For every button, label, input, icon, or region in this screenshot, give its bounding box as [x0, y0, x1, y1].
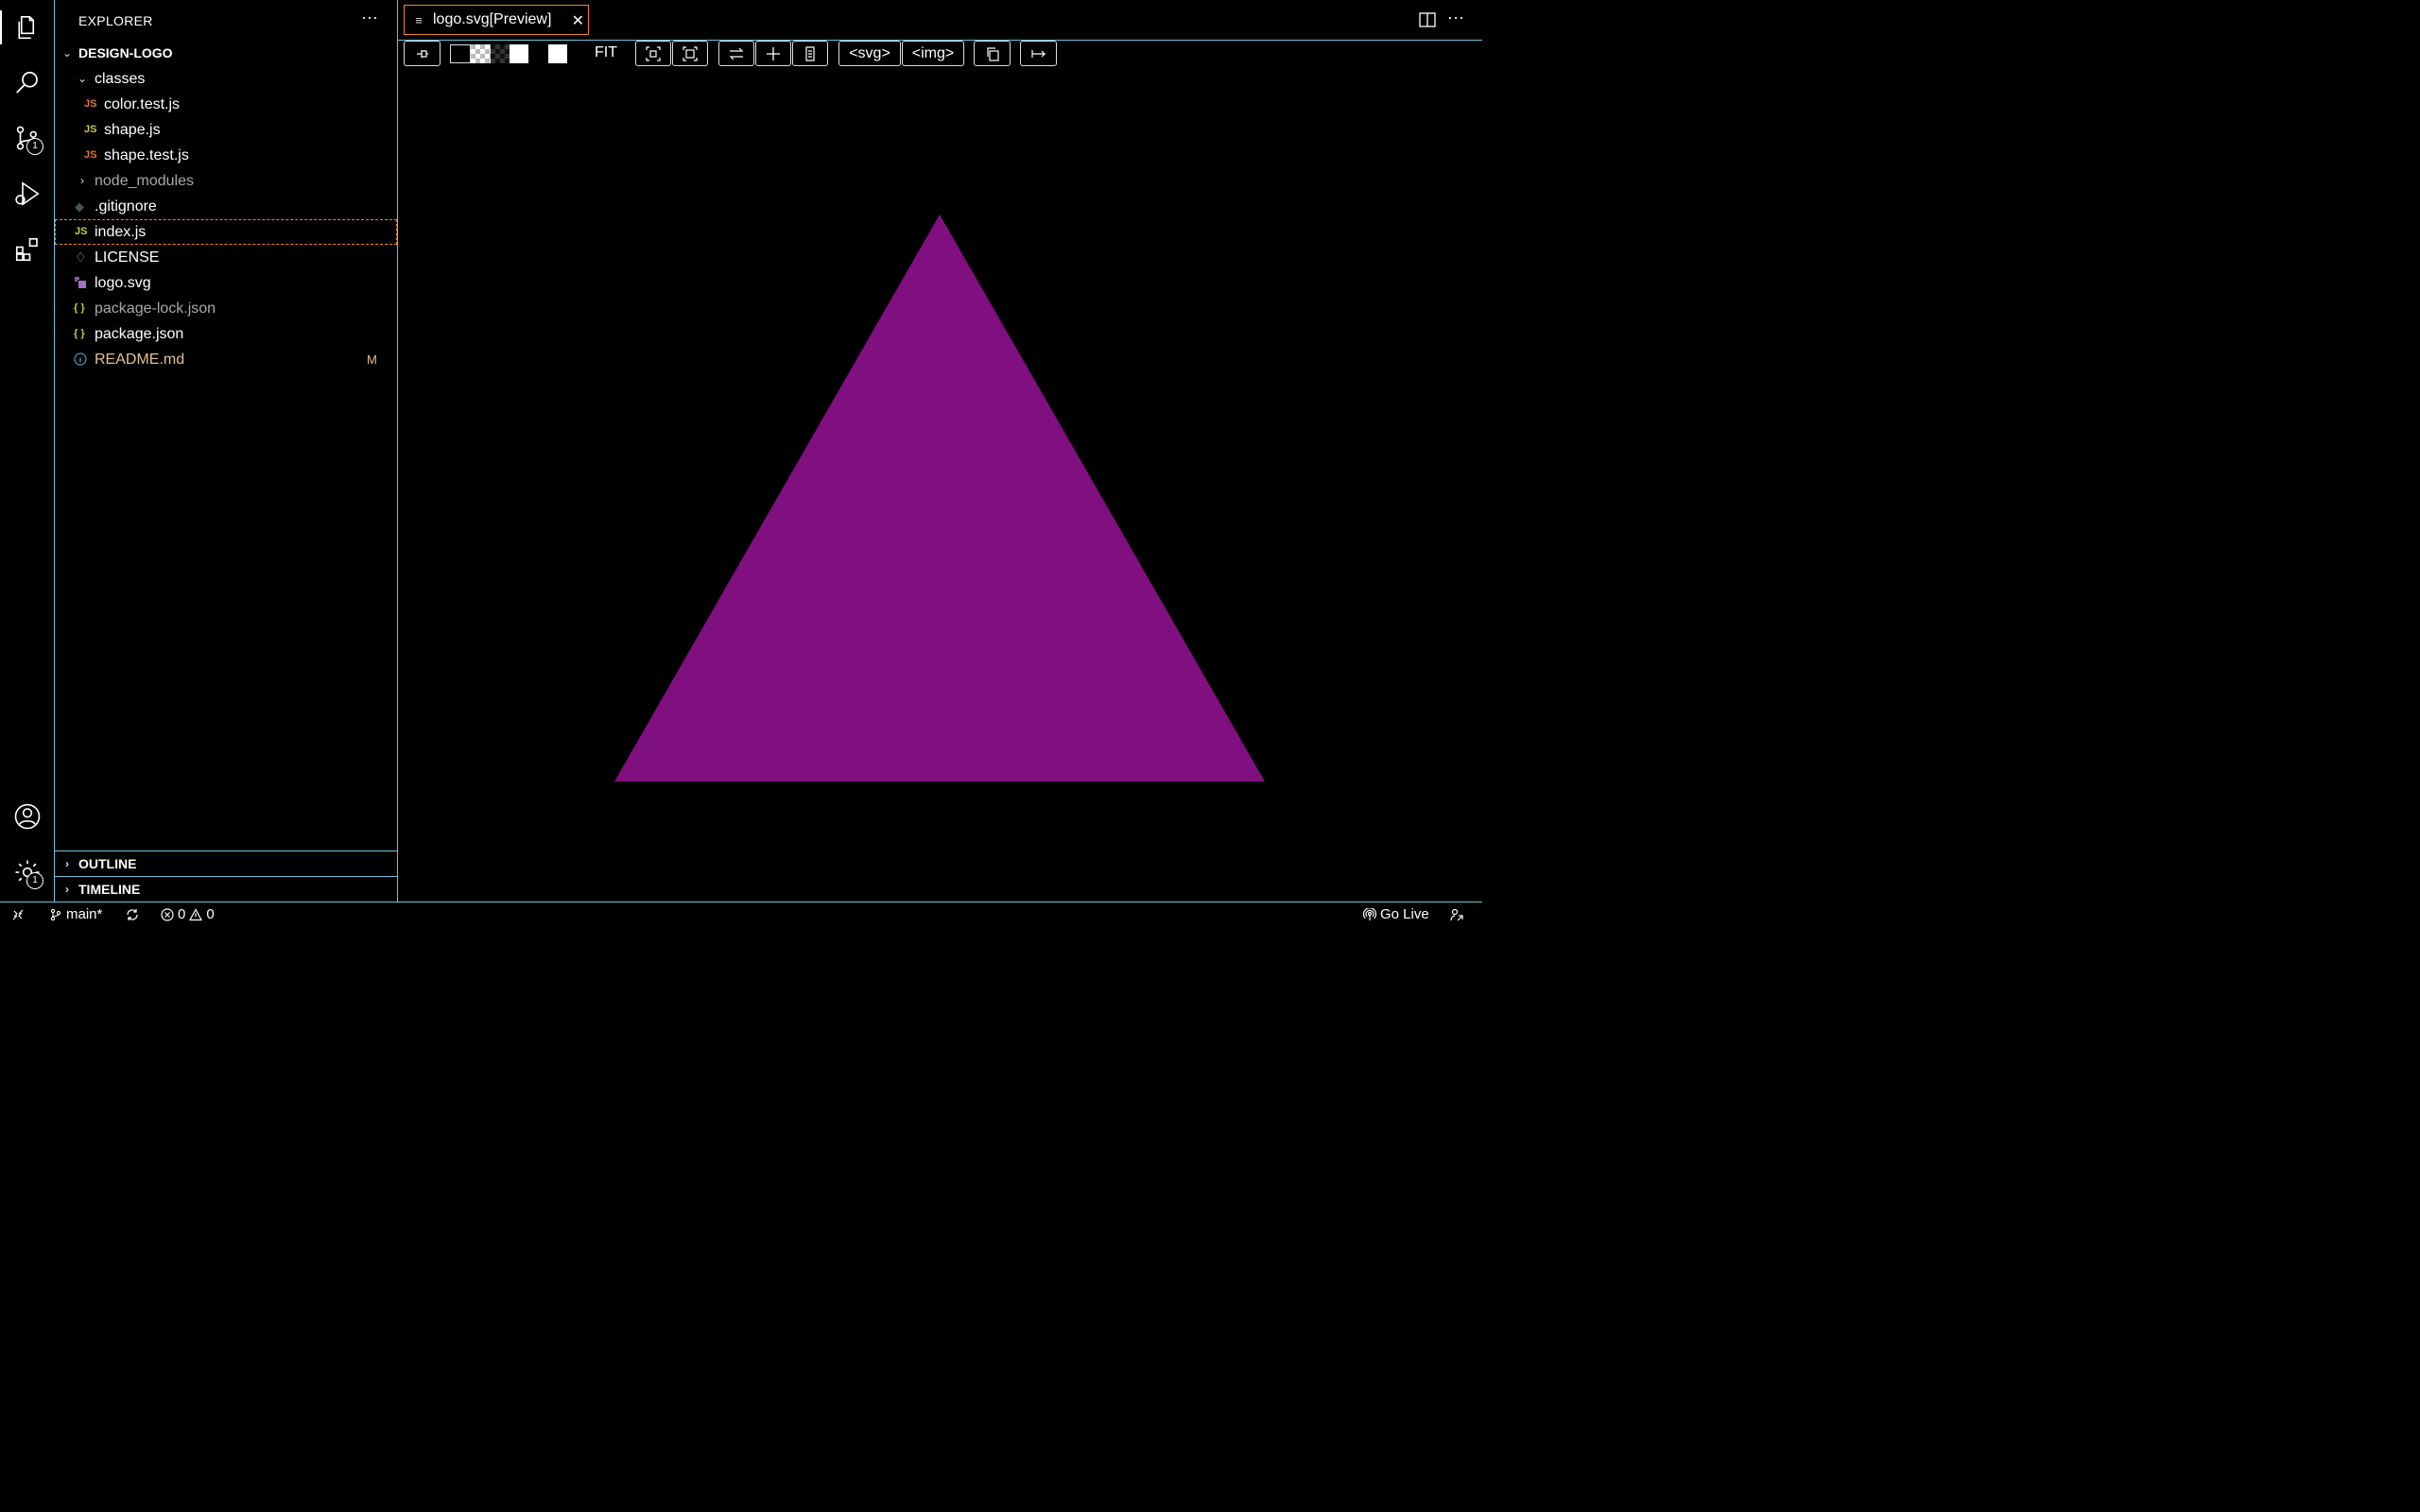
explorer-title: EXPLORER	[78, 13, 153, 28]
tree-item-label: index.js	[95, 224, 147, 240]
tree-item-label: .gitignore	[95, 198, 157, 215]
chevron-right-icon: ›	[80, 174, 84, 187]
remote-icon[interactable]	[11, 902, 25, 926]
explorer-more-icon[interactable]: ···	[361, 8, 378, 27]
tree-file-color-test[interactable]: JS color.test.js	[55, 92, 397, 117]
js-test-file-icon: JS	[84, 149, 97, 161]
chevron-right-icon: ›	[65, 882, 69, 896]
tab-logo-svg-preview[interactable]: ≡ logo.svg[Preview] ✕	[404, 5, 589, 35]
logo-triangle-shape	[614, 215, 1265, 782]
broadcast-icon	[1363, 907, 1376, 920]
tree-item-label: package-lock.json	[95, 301, 216, 317]
tree-item-label: README.md	[95, 352, 185, 368]
tree-item-label: shape.test.js	[104, 147, 189, 163]
modified-badge: M	[367, 352, 377, 367]
chevron-right-icon: ›	[65, 856, 69, 870]
explorer-icon[interactable]	[0, 5, 55, 50]
tree-file-gitignore[interactable]: ◆ .gitignore	[55, 194, 397, 219]
js-test-file-icon: JS	[84, 98, 97, 110]
go-live-label: Go Live	[1380, 906, 1429, 922]
js-file-icon: JS	[84, 124, 97, 135]
tree-item-label: LICENSE	[95, 249, 160, 266]
chevron-down-icon: ⌄	[61, 46, 73, 60]
tree-item-label: shape.js	[104, 122, 161, 138]
tree-item-label: classes	[95, 71, 146, 87]
outline-section[interactable]: › OUTLINE	[55, 850, 397, 875]
tree-file-index[interactable]: JS index.js	[55, 219, 397, 245]
info-file-icon	[74, 347, 87, 372]
accounts-icon[interactable]	[0, 794, 55, 839]
extensions-icon[interactable]	[0, 227, 55, 272]
git-file-icon: ◆	[75, 199, 84, 214]
editor-more-icon[interactable]: ···	[1447, 8, 1464, 27]
branch-indicator[interactable]: main*	[49, 902, 102, 926]
tree-file-readme[interactable]: README.md M	[55, 347, 397, 372]
explorer-sidebar: EXPLORER ··· ⌄ DESIGN-LOGO ⌄ classes JS …	[55, 0, 398, 902]
tree-folder-classes[interactable]: ⌄ classes	[55, 66, 397, 92]
license-file-icon: ♢	[75, 249, 87, 265]
tab-label: logo.svg[Preview]	[433, 11, 552, 27]
run-debug-icon[interactable]	[0, 171, 55, 216]
tree-item-label: logo.svg	[95, 275, 151, 291]
outline-section-label: OUTLINE	[78, 856, 137, 871]
tree-file-logo-svg[interactable]: logo.svg	[55, 270, 397, 296]
activity-bar: 1 1	[0, 0, 55, 902]
tree-file-package-json[interactable]: { } package.json	[55, 321, 397, 347]
tree-folder-node-modules[interactable]: › node_modules	[55, 168, 397, 194]
close-icon[interactable]: ✕	[572, 11, 584, 30]
project-root[interactable]: ⌄ DESIGN-LOGO	[55, 41, 397, 66]
sync-icon[interactable]	[126, 902, 139, 926]
error-count: 0	[178, 906, 186, 922]
timeline-section[interactable]: › TIMELINE	[55, 876, 397, 901]
tree-item-label: node_modules	[95, 173, 194, 189]
json-file-icon: { }	[74, 302, 85, 314]
tree-file-package-lock[interactable]: { } package-lock.json	[55, 296, 397, 321]
svg-preview-area: FIT <svg> <img>	[398, 41, 1482, 902]
scm-badge: 1	[26, 138, 43, 155]
settings-gear-icon[interactable]: 1	[0, 850, 55, 895]
search-icon[interactable]	[0, 60, 55, 106]
branch-name: main*	[66, 906, 103, 922]
preview-canvas	[614, 215, 1265, 782]
preview-icon: ≡	[415, 12, 423, 27]
split-editor-icon[interactable]	[1417, 9, 1438, 30]
timeline-section-label: TIMELINE	[78, 882, 141, 897]
tree-file-shape[interactable]: JS shape.js	[55, 117, 397, 143]
tree-file-license[interactable]: ♢ LICENSE	[55, 245, 397, 270]
problems-indicator[interactable]: 0 0	[161, 902, 215, 926]
project-name: DESIGN-LOGO	[78, 45, 173, 60]
editor-tab-bar: ≡ logo.svg[Preview] ✕ ···	[398, 0, 1482, 41]
warning-count: 0	[206, 906, 215, 922]
branch-icon	[50, 908, 61, 920]
source-control-icon[interactable]: 1	[0, 115, 55, 161]
tree-item-label: package.json	[95, 326, 184, 342]
json-file-icon: { }	[74, 328, 85, 339]
svg-file-icon	[74, 270, 87, 296]
warning-icon	[189, 907, 203, 920]
status-bar: main* 0 0 Go Live	[0, 902, 1482, 926]
error-icon	[161, 907, 174, 921]
tree-item-label: color.test.js	[104, 96, 181, 112]
tree-file-shape-test[interactable]: JS shape.test.js	[55, 143, 397, 168]
settings-badge: 1	[26, 872, 43, 889]
chevron-down-icon: ⌄	[77, 72, 88, 85]
js-file-icon: JS	[75, 226, 88, 237]
go-live-button[interactable]: Go Live	[1363, 902, 1429, 926]
feedback-icon[interactable]	[1450, 902, 1463, 926]
